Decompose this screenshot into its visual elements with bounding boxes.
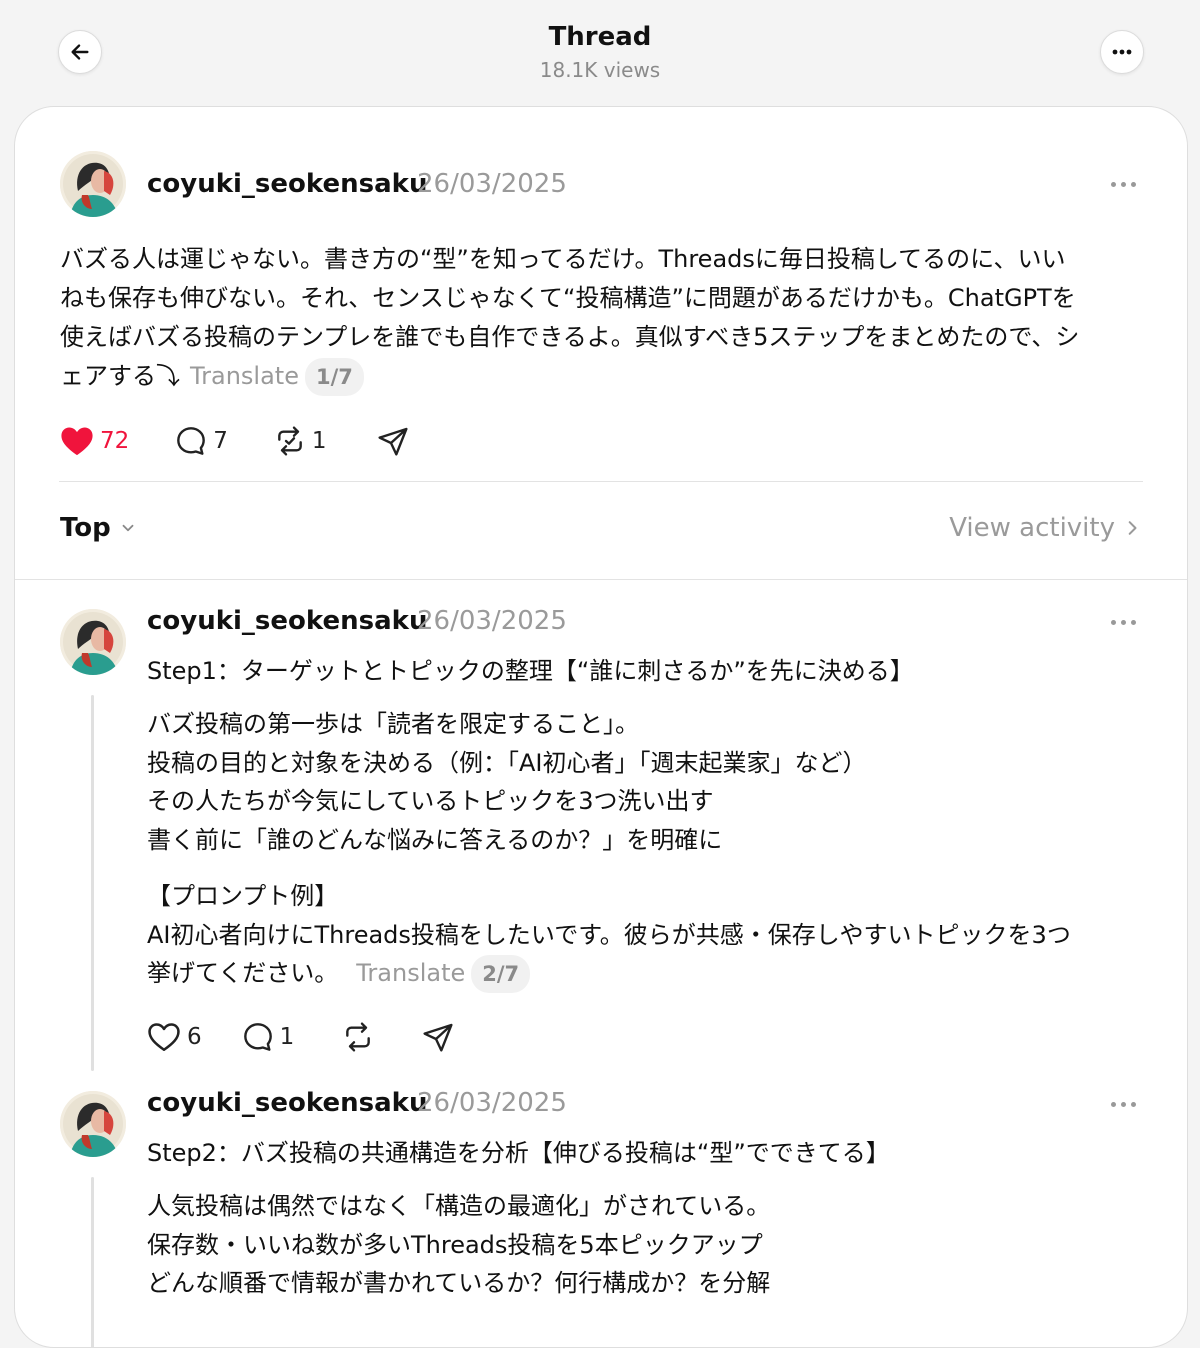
like-count: 72 xyxy=(100,428,130,454)
reply-actions: 6 1 xyxy=(147,1017,454,1057)
comment-icon xyxy=(177,427,206,455)
thread-card: coyuki_seokensaku 26/03/2025 バズる人は運じゃない。… xyxy=(14,106,1188,1348)
avatar[interactable] xyxy=(60,609,126,675)
reply-text-line: 書く前に「誰のどんな悩みに答えるのか？」を明確に xyxy=(147,825,723,854)
repost-count: 1 xyxy=(311,428,327,454)
repost-icon xyxy=(346,1022,371,1052)
post-actions: 72 7 1 xyxy=(60,421,409,461)
avatar[interactable] xyxy=(60,151,126,217)
avatar-image xyxy=(60,151,126,217)
reply-more-icon[interactable] xyxy=(1111,1099,1141,1109)
comment-count: 1 xyxy=(279,1024,295,1050)
thread-connector-line xyxy=(91,695,94,1071)
post-text-line: ェアする⤵︎ xyxy=(60,362,180,390)
translate-link[interactable]: Translate xyxy=(190,362,299,390)
heart-icon xyxy=(148,1023,180,1052)
reply-username[interactable]: coyuki_seokensaku xyxy=(147,1088,427,1118)
avatar-image xyxy=(60,1091,126,1157)
chevron-down-icon xyxy=(122,524,134,532)
reply-text-line: バズ投稿の第一歩は「読者を限定すること」。 xyxy=(147,710,639,738)
post-text: バズる人は運じゃない。書き方の“型”を知ってるだけ。Threadsに毎日投稿して… xyxy=(60,240,1150,396)
reply-date: 26/03/2025 xyxy=(417,606,567,636)
like-button[interactable]: 72 xyxy=(60,425,129,457)
chevron-right-icon xyxy=(1128,521,1137,535)
share-icon xyxy=(378,427,408,456)
reply-text-line: AI初心者向けにThreads投稿をしたいです。彼らが共感・保存しやすいトピック… xyxy=(147,920,1071,949)
thread-pager-badge: 1/7 xyxy=(304,358,364,396)
like-count: 6 xyxy=(187,1024,202,1050)
reply-more-icon[interactable] xyxy=(1111,617,1141,627)
heart-icon xyxy=(61,427,93,456)
translate-link[interactable]: Translate xyxy=(356,959,465,987)
reply-text-line: 投稿の目的と対象を決める（例：「AI初心者」「週末起業家」など） xyxy=(147,748,867,777)
share-button[interactable] xyxy=(377,425,409,457)
reply-text-line: 保存数・いいね数が多いThreads投稿を5本ピックアップ xyxy=(147,1230,763,1259)
more-icon xyxy=(1112,49,1132,55)
divider xyxy=(59,481,1143,482)
repost-button[interactable] xyxy=(342,1021,374,1053)
comment-icon xyxy=(243,1023,272,1051)
reply-text-line: 【プロンプト例】 xyxy=(147,882,339,910)
post-text-line: ねも保存も伸びない。それ、センスじゃなくて“投稿構造”に問題があるだけかも。Ch… xyxy=(60,284,1076,312)
reply-paragraph: 人気投稿は偶然ではなく「構造の最適化」がされている。 保存数・いいね数が多いTh… xyxy=(147,1187,770,1303)
reply-text-line: どんな順番で情報が書かれているか？何行構成か？を分解 xyxy=(147,1269,771,1297)
view-activity-label: View activity xyxy=(949,513,1115,543)
page-title: Thread xyxy=(548,22,652,52)
thread-header: Thread 18.1K views xyxy=(0,0,1200,106)
reply-text-line: 人気投稿は偶然ではなく「構造の最適化」がされている。 xyxy=(147,1192,771,1220)
thread-more-button[interactable] xyxy=(1100,30,1144,74)
comment-button[interactable]: 1 xyxy=(242,1021,295,1053)
post-date: 26/03/2025 xyxy=(417,169,567,199)
sort-dropdown[interactable]: Top xyxy=(60,513,137,543)
reply-paragraph: バズ投稿の第一歩は「読者を限定すること」。 投稿の目的と対象を決める（例：「AI… xyxy=(147,705,867,859)
reply-text-line: その人たちが今気にしているトピックを3つ洗い出す xyxy=(147,787,714,815)
comment-button[interactable]: 7 xyxy=(175,425,228,457)
avatar-image xyxy=(60,609,126,675)
reply-title: Step1：ターゲットとトピックの整理【“誰に刺さるか”を先に決める】 xyxy=(147,657,914,685)
reply-title: Step2：バズ投稿の共通構造を分析【伸びる投稿は“型”でできてる】 xyxy=(147,1139,890,1167)
avatar[interactable] xyxy=(60,1091,126,1157)
post-username[interactable]: coyuki_seokensaku xyxy=(147,169,427,199)
post-text-last-line: ェアする⤵︎ Translate 1/7 xyxy=(60,357,1150,396)
repost-button[interactable]: 1 xyxy=(274,425,327,457)
reply-text-last-line: 挙げてください。 Translate 2/7 xyxy=(147,954,1071,993)
like-button[interactable]: 6 xyxy=(147,1021,202,1053)
view-activity-link[interactable]: View activity xyxy=(949,513,1141,543)
post-more-icon[interactable] xyxy=(1111,179,1141,189)
share-button[interactable] xyxy=(422,1021,454,1053)
post-text-line: バズる人は運じゃない。書き方の“型”を知ってるだけ。Threadsに毎日投稿して… xyxy=(60,245,1066,273)
reply-paragraph: 【プロンプト例】 AI初心者向けにThreads投稿をしたいです。彼らが共感・保… xyxy=(147,877,1071,993)
reply-date: 26/03/2025 xyxy=(417,1088,567,1118)
view-count: 18.1K views xyxy=(539,58,661,82)
reply-username[interactable]: coyuki_seokensaku xyxy=(147,606,427,636)
share-icon xyxy=(423,1023,453,1052)
comment-count: 7 xyxy=(213,428,228,454)
thread-pager-badge: 2/7 xyxy=(471,955,531,993)
sort-label: Top xyxy=(60,513,111,543)
post-text-line: 使えばバズる投稿のテンプレを誰でも自作できるよ。真似すべき5ステップをまとめたの… xyxy=(60,323,1080,351)
reply-text-line: 挙げてください。 xyxy=(147,959,339,987)
divider xyxy=(15,579,1187,580)
repost-icon xyxy=(278,426,302,456)
thread-connector-line xyxy=(91,1177,94,1347)
